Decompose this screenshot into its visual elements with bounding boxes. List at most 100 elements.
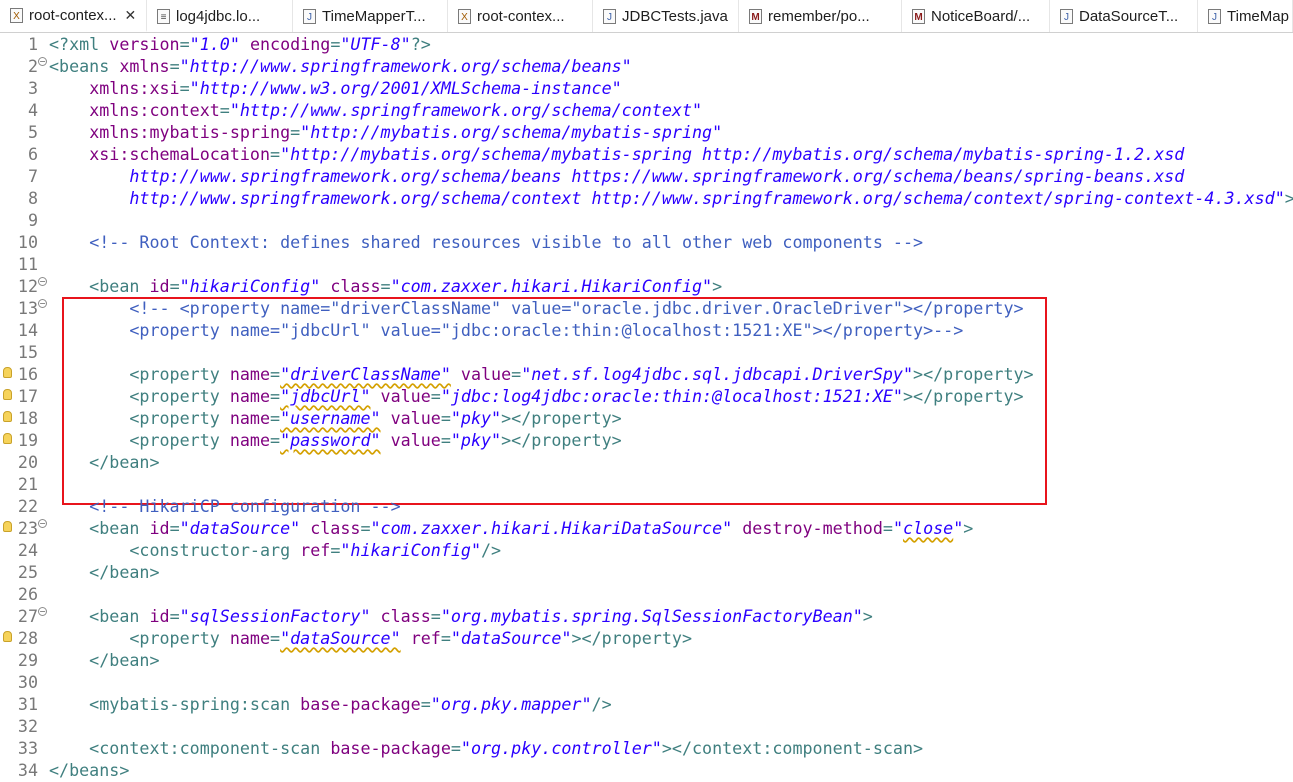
line-number: 11 <box>17 254 38 274</box>
code-token: "dataSource" <box>450 628 572 648</box>
code-token: value <box>380 386 431 406</box>
xml-editor[interactable]: 1 <?xml version="1.0" encoding="UTF-8"?> 2… <box>0 33 1293 782</box>
close-tab-icon[interactable]: ✕ <box>125 7 137 24</box>
java-file-icon: J <box>303 8 316 24</box>
tab-label: TimeMap <box>1227 7 1289 25</box>
code-token: name <box>229 430 271 450</box>
code-token: <bean <box>49 518 150 538</box>
code-token: "org.pky.controller" <box>460 738 662 758</box>
code-line[interactable]: 19 <property name="password" value="pky"… <box>0 429 1293 451</box>
code-token: id <box>149 606 170 626</box>
code-text: <property name="username" value="pky"></… <box>49 407 622 429</box>
fold-toggle-icon[interactable]: − <box>38 607 47 616</box>
fold-toggle-icon[interactable]: − <box>38 57 47 66</box>
code-line[interactable]: 16 <property name="driverClassName" valu… <box>0 363 1293 385</box>
line-number: 4 <box>27 100 38 120</box>
code-token: "username" <box>280 408 381 428</box>
code-line[interactable]: 9 <box>0 209 1293 231</box>
code-token: <!-- HikariCP configuration --> <box>89 496 401 516</box>
tab-6[interactable]: M NoticeBoard/... <box>902 0 1050 32</box>
fold-toggle-icon[interactable]: − <box>38 277 47 286</box>
code-line[interactable]: 27− <bean id="sqlSessionFactory" class="… <box>0 605 1293 627</box>
fold-toggle-icon[interactable]: − <box>38 299 47 308</box>
tab-1[interactable]: ≡ log4jdbc.lo... <box>147 0 293 32</box>
code-token: "sqlSessionFactory" <box>179 606 371 626</box>
tab-2[interactable]: J TimeMapperT... <box>293 0 448 32</box>
code-token: xmlns:xsi <box>89 78 180 98</box>
code-line[interactable]: 6 xsi:schemaLocation="http://mybatis.org… <box>0 143 1293 165</box>
line-number: 17 <box>17 386 38 406</box>
code-token: id <box>149 276 170 296</box>
code-line[interactable]: 20 </bean> <box>0 451 1293 473</box>
code-token: close <box>902 518 954 538</box>
tab-5[interactable]: Mremember/po... <box>739 0 902 32</box>
line-number: 24 <box>17 540 38 560</box>
code-line[interactable]: 7 http://www.springframework.org/schema/… <box>0 165 1293 187</box>
code-line[interactable]: 17 <property name="jdbcUrl" value="jdbc:… <box>0 385 1293 407</box>
tab-4[interactable]: J JDBCTests.java <box>593 0 739 32</box>
code-line[interactable]: 29 </bean> <box>0 649 1293 671</box>
code-token: = <box>511 364 522 384</box>
code-token: = <box>270 430 281 450</box>
code-text: <property name="dataSource" ref="dataSou… <box>49 627 692 649</box>
line-number: 34 <box>17 760 38 780</box>
code-line[interactable]: 15 <box>0 341 1293 363</box>
tab-label: NoticeBoard/... <box>931 7 1031 25</box>
code-line[interactable]: 26 <box>0 583 1293 605</box>
line-number: 23 <box>17 518 38 538</box>
code-token: = <box>450 738 461 758</box>
code-line[interactable]: 11 <box>0 253 1293 275</box>
code-token: = <box>440 628 451 648</box>
code-token: "dataSource" <box>280 628 401 648</box>
fold-toggle-icon[interactable]: − <box>38 519 47 528</box>
code-token: = <box>270 144 281 164</box>
code-token: = <box>440 430 451 450</box>
code-line[interactable]: 8 http://www.springframework.org/schema/… <box>0 187 1293 209</box>
code-line[interactable]: 18 <property name="username" value="pky"… <box>0 407 1293 429</box>
tab-0[interactable]: Xroot-contex... ✕ <box>0 0 147 32</box>
code-token: <property <box>49 386 230 406</box>
code-text: xsi:schemaLocation="http://mybatis.org/s… <box>49 143 1184 165</box>
code-line[interactable]: 34 </beans> <box>0 759 1293 781</box>
code-line[interactable]: 12− <bean id="hikariConfig" class="com.z… <box>0 275 1293 297</box>
code-line[interactable]: 23− <bean id="dataSource" class="com.zax… <box>0 517 1293 539</box>
code-line[interactable]: 2− <beans xmlns="http://www.springframewo… <box>0 55 1293 77</box>
code-token: name <box>229 628 271 648</box>
code-token: ></property> <box>501 408 622 428</box>
code-token: = <box>179 78 190 98</box>
code-token: > <box>862 606 873 626</box>
line-number: 3 <box>27 78 38 98</box>
line-number: 12 <box>17 276 38 296</box>
code-line[interactable]: 10 <!-- Root Context: defines shared res… <box>0 231 1293 253</box>
code-line[interactable]: 30 <box>0 671 1293 693</box>
code-line[interactable]: 28 <property name="dataSource" ref="data… <box>0 627 1293 649</box>
code-token: <?xml <box>49 34 110 54</box>
code-token: ></property> <box>501 430 622 450</box>
tab-3[interactable]: Xroot-contex... <box>448 0 593 32</box>
line-number: 30 <box>17 672 38 692</box>
code-line[interactable]: 3 xmlns:xsi="http://www.w3.org/2001/XMLS… <box>0 77 1293 99</box>
code-token: "password" <box>280 430 381 450</box>
code-text: http://www.springframework.org/schema/co… <box>49 187 1293 209</box>
code-line[interactable]: 32 <box>0 715 1293 737</box>
code-line[interactable]: 14 <property name="jdbcUrl" value="jdbc:… <box>0 319 1293 341</box>
code-line[interactable]: 33 <context:component-scan base-package=… <box>0 737 1293 759</box>
code-line[interactable]: 22 <!-- HikariCP configuration --> <box>0 495 1293 517</box>
code-line[interactable]: 25 </bean> <box>0 561 1293 583</box>
code-line[interactable]: 4 xmlns:context="http://www.springframew… <box>0 99 1293 121</box>
tab-8[interactable]: J TimeMap <box>1198 0 1293 32</box>
code-line[interactable]: 5 xmlns:mybatis-spring="http://mybatis.o… <box>0 121 1293 143</box>
tab-label: TimeMapperT... <box>322 7 426 25</box>
code-line[interactable]: 21 <box>0 473 1293 495</box>
tab-7[interactable]: J DataSourceT... <box>1050 0 1198 32</box>
code-line[interactable]: 24 <constructor-arg ref="hikariConfig"/> <box>0 539 1293 561</box>
code-line[interactable]: 1 <?xml version="1.0" encoding="UTF-8"?> <box>0 33 1293 55</box>
code-line[interactable]: 31 <mybatis-spring:scan base-package="or… <box>0 693 1293 715</box>
code-line[interactable]: 13− <!-- <property name="driverClassName… <box>0 297 1293 319</box>
code-token: <context:component-scan <box>49 738 331 758</box>
code-token: name <box>229 364 271 384</box>
